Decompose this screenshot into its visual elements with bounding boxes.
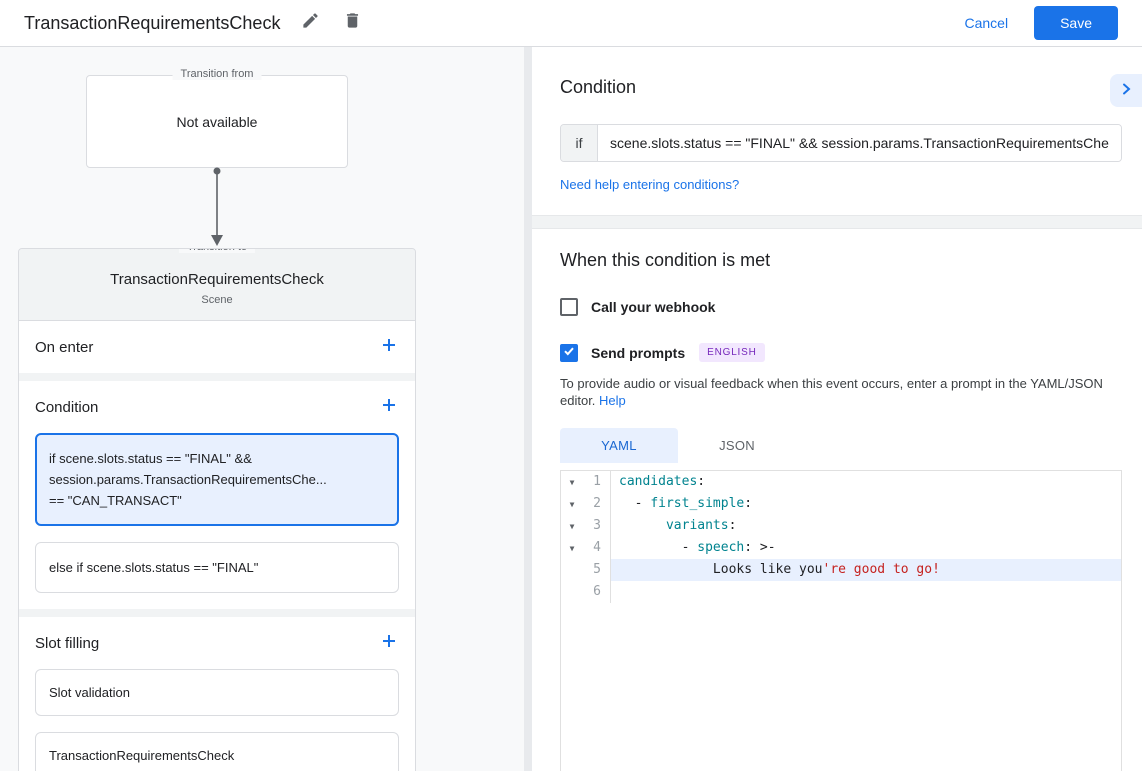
condition-card-line: session.params.TransactionRequirementsCh… [49,469,385,490]
checkmark-icon [563,344,575,362]
send-prompts-label: Send prompts [591,345,685,361]
line-number: 6 [583,581,611,603]
slot-card[interactable]: Slot validation [35,669,399,716]
condition-expression-input[interactable] [598,125,1121,161]
if-prefix-label: if [561,125,598,161]
editor-line: 6 [561,581,1121,603]
send-prompts-checkbox[interactable] [560,344,578,362]
transition-from-content: Not available [87,76,347,167]
tab-json[interactable]: JSON [678,428,796,463]
condition-section: Condition if scene.slots.status == "FINA… [19,381,415,609]
transition-from-label: Transition from [173,68,262,80]
pencil-icon [301,11,320,35]
delete-scene-button[interactable] [340,11,364,35]
code-line-content: candidates: [611,471,1121,493]
condition-card-line: if scene.slots.status == "FINAL" && [49,448,385,469]
scene-title: TransactionRequirementsCheck [31,271,403,288]
fold-arrow-icon[interactable]: ▼ [561,500,583,509]
prompt-description-text: To provide audio or visual feedback when… [560,376,1103,408]
editor-format-tabs: YAML JSON [560,428,1122,463]
trash-icon [343,11,362,35]
line-number: 1 [583,471,611,493]
slot-filling-label: Slot filling [35,635,99,652]
code-line-content: variants: [611,515,1121,537]
add-slot-button[interactable] [379,633,399,653]
edit-title-button[interactable] [298,11,322,35]
chevron-right-icon [1120,83,1132,98]
prompt-description: To provide audio or visual feedback when… [560,375,1122,409]
on-enter-label: On enter [35,339,93,356]
webhook-label: Call your webhook [591,299,715,315]
line-number: 2 [583,493,611,515]
panel-divider [524,47,532,771]
fold-arrow-icon[interactable]: ▼ [561,478,583,487]
condition-card-line: else if scene.slots.status == "FINAL" [49,557,385,578]
scene-flow-panel: Transition from Not available Transition… [0,47,524,771]
condition-card[interactable]: else if scene.slots.status == "FINAL" [35,542,399,593]
condition-card-list: if scene.slots.status == "FINAL" &&sessi… [19,433,415,609]
code-line-content: - speech: >- [611,537,1121,559]
transition-to-card: Transition to TransactionRequirementsChe… [18,248,416,771]
condition-section-label: Condition [35,399,98,416]
editor-line: ▼2 - first_simple: [561,493,1121,515]
flow-arrow [207,167,227,249]
prompt-help-link[interactable]: Help [599,393,626,408]
collapse-panel-button[interactable] [1110,74,1142,107]
on-enter-row[interactable]: On enter [19,321,415,373]
tab-yaml[interactable]: YAML [560,428,678,463]
code-line-content [611,581,1121,603]
editor-line: ▼1candidates: [561,471,1121,493]
yaml-code-editor[interactable]: ▼1candidates:▼2 - first_simple:▼3 varian… [560,470,1122,771]
cancel-button[interactable]: Cancel [964,15,1008,31]
send-prompts-row: Send prompts ENGLISH [560,343,1122,362]
scene-card-header: Transition to TransactionRequirementsChe… [19,249,415,321]
line-number: 4 [583,537,611,559]
code-line-content: - first_simple: [611,493,1121,515]
condition-section-row: Condition [19,381,415,433]
transition-to-label: Transition to [179,248,255,253]
webhook-row: Call your webhook [560,298,1122,316]
condition-card[interactable]: if scene.slots.status == "FINAL" &&sessi… [35,433,399,526]
slot-card-list: Slot validation TransactionRequirementsCh… [19,669,415,771]
save-button[interactable]: Save [1034,6,1118,40]
app-header: TransactionRequirementsCheck Cancel Save [0,0,1142,47]
condition-help-link[interactable]: Need help entering conditions? [560,177,739,192]
section-separator [532,215,1142,229]
when-condition-heading: When this condition is met [560,250,1122,271]
fold-arrow-icon[interactable]: ▼ [561,544,583,553]
line-number: 3 [583,515,611,537]
transition-from-box: Transition from Not available [86,75,348,168]
condition-card-line: == "CAN_TRANSACT" [49,490,385,511]
condition-input-group: if [560,124,1122,162]
line-number: 5 [583,559,611,581]
plus-icon [380,396,398,419]
plus-icon [380,336,398,359]
fold-arrow-icon[interactable]: ▼ [561,522,583,531]
add-on-enter-button[interactable] [379,337,399,357]
slot-filling-row: Slot filling [19,617,415,669]
slot-filling-section: Slot filling Slot validation TransactionR… [19,617,415,771]
editor-line: ▼3 variants: [561,515,1121,537]
editor-line: ▼4 - speech: >- [561,537,1121,559]
scene-subtitle: Scene [31,294,403,306]
page-title: TransactionRequirementsCheck [24,13,280,34]
on-enter-section: On enter [19,321,415,373]
condition-heading: Condition [560,47,1122,98]
slot-card[interactable]: TransactionRequirementsCheck [35,732,399,771]
add-condition-button[interactable] [379,397,399,417]
webhook-checkbox[interactable] [560,298,578,316]
condition-editor-panel: Condition if Need help entering conditio… [532,47,1142,771]
code-line-content: Looks like you're good to go! [611,559,1121,581]
plus-icon [380,632,398,655]
language-badge: ENGLISH [699,343,765,362]
editor-line: 5 Looks like you're good to go! [561,559,1121,581]
